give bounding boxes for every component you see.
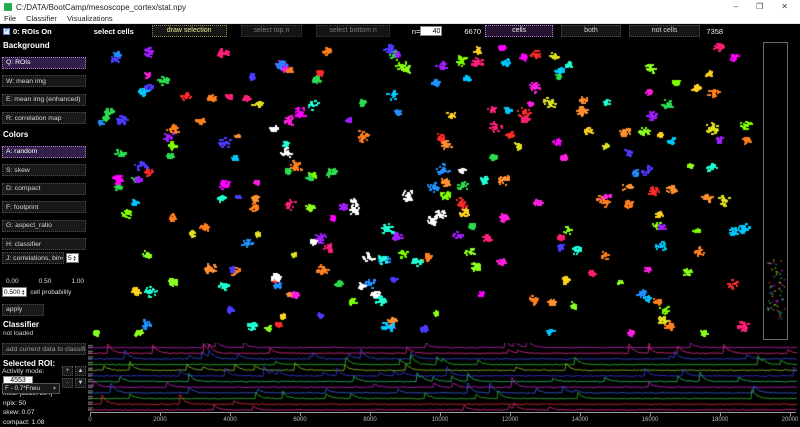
x-tick bbox=[790, 413, 791, 416]
activity-block: Activity mode: +▲-▼ F - 0.7*Fneu▼ bbox=[2, 368, 88, 394]
draw-selection-button[interactable]: draw selection bbox=[152, 25, 227, 37]
x-tick bbox=[510, 413, 511, 416]
sidebar-bg-3[interactable]: R: correlation map bbox=[2, 112, 86, 124]
x-tick bbox=[370, 413, 371, 416]
colorbar-tick: 1.00 bbox=[71, 278, 84, 285]
x-tick bbox=[650, 413, 651, 416]
colorbar-tick: 0.00 bbox=[6, 278, 19, 285]
menubar: File Classifier Visualizations bbox=[0, 14, 800, 24]
sidebar-bg-2[interactable]: E: mean img (enhanced) bbox=[2, 94, 86, 106]
rois-on-checkbox[interactable]: ✓ bbox=[3, 28, 10, 35]
x-tick bbox=[440, 413, 441, 416]
correlations-button[interactable]: J: correlations, bin= bbox=[2, 252, 64, 264]
trace-x-axis: 0 2000 4000 6000 8000 10000 12000 14000 16000 180… bbox=[90, 412, 796, 426]
sidebar-bg-0[interactable]: Q: ROIs bbox=[2, 57, 86, 69]
x-tick-label: 0 bbox=[88, 417, 91, 423]
cell-probability-label: cell probability bbox=[30, 289, 71, 296]
correlations-bin-spinbox[interactable]: 5▲▼ bbox=[66, 253, 79, 263]
roi-stat-line: skew: 0.07 bbox=[3, 409, 86, 416]
not-cells-count: 7358 bbox=[706, 27, 723, 36]
x-tick bbox=[160, 413, 161, 416]
sidebar-color-5[interactable]: H: classifier bbox=[2, 238, 86, 250]
sidebar-color-2[interactable]: D: compact bbox=[2, 183, 86, 195]
not-cells-button[interactable]: not cells bbox=[629, 25, 701, 37]
add-data-button[interactable]: add current data to classifier bbox=[2, 343, 86, 355]
cells-count: 6670 bbox=[464, 27, 481, 36]
classifier-status: not loaded bbox=[3, 330, 86, 337]
roi-stats: med: [3819, 394]npix: 50skew: 0.07compac… bbox=[2, 390, 86, 427]
color-button-group: A: random S: skew D: compact F: footprint G:… bbox=[2, 140, 86, 251]
both-button[interactable]: both bbox=[561, 25, 621, 37]
sidebar-color-0[interactable]: A: random bbox=[2, 146, 86, 158]
chevron-down-icon: ▼ bbox=[52, 386, 57, 392]
activity-mode-dropdown[interactable]: F - 0.7*Fneu▼ bbox=[2, 383, 60, 394]
close-button[interactable]: ✕ bbox=[781, 0, 788, 14]
colorbar-tick: 0.50 bbox=[39, 278, 52, 285]
titlebar: C:/DATA/BootCamp/mesoscope_cortex/stat.n… bbox=[0, 0, 800, 14]
x-tick bbox=[300, 413, 301, 416]
cells-button[interactable]: cells bbox=[485, 25, 553, 37]
menu-item-visualizations[interactable]: Visualizations bbox=[67, 14, 113, 23]
colorbar-ticks: 0.00 0.50 1.00 bbox=[6, 278, 84, 285]
cell-probability-spinbox[interactable]: 0.500▲▼ bbox=[2, 287, 27, 297]
background-header: Background bbox=[3, 41, 86, 50]
roi-overview-canvas bbox=[764, 43, 787, 339]
select-cells-label: select cells bbox=[94, 27, 134, 36]
x-tick-label: 18000 bbox=[712, 417, 729, 423]
window-title: C:/DATA/BootCamp/mesoscope_cortex/stat.n… bbox=[16, 3, 186, 12]
sidebar-color-3[interactable]: F: footprint bbox=[2, 201, 86, 213]
minimize-button[interactable]: – bbox=[734, 0, 738, 14]
x-tick-label: 16000 bbox=[642, 417, 659, 423]
x-tick-label: 14000 bbox=[572, 417, 589, 423]
x-tick bbox=[90, 413, 91, 416]
trace-zoom-button-1[interactable]: ▲ bbox=[75, 366, 86, 376]
x-tick-label: 10000 bbox=[432, 417, 449, 423]
roi-stat-line: compact: 1.08 bbox=[3, 419, 86, 426]
x-tick-label: 20000 bbox=[782, 417, 799, 423]
suite2p-window: C:/DATA/BootCamp/mesoscope_cortex/stat.n… bbox=[0, 0, 800, 427]
n-label: n= bbox=[412, 27, 421, 36]
x-tick bbox=[580, 413, 581, 416]
restore-button[interactable]: ❐ bbox=[756, 0, 763, 14]
menu-item-file[interactable]: File bbox=[4, 14, 16, 23]
roi-overview-strip[interactable] bbox=[763, 42, 788, 340]
sidebar: Background Q: ROIs W: mean img E: mean img… bbox=[0, 38, 88, 427]
x-tick bbox=[230, 413, 231, 416]
trace-zoom-button-3[interactable]: ▼ bbox=[75, 378, 86, 388]
x-tick-label: 8000 bbox=[363, 417, 376, 423]
colors-header: Colors bbox=[3, 130, 86, 139]
x-tick-label: 12000 bbox=[502, 417, 519, 423]
trace-zoom-button-0[interactable]: + bbox=[62, 366, 73, 376]
sidebar-color-1[interactable]: S: skew bbox=[2, 164, 86, 176]
toolbar: ✓ 0: ROIs On select cells draw selection… bbox=[0, 24, 800, 38]
trace-zoom-buttons: +▲-▼ bbox=[62, 366, 86, 388]
background-button-group: Q: ROIs W: mean img E: mean img (enhanced)… bbox=[2, 51, 86, 125]
fluorescence-trace-canvas[interactable] bbox=[88, 343, 798, 411]
rois-on-label: 0: ROIs On bbox=[13, 27, 52, 36]
select-top-button[interactable]: select top n bbox=[241, 25, 303, 37]
menu-item-classifier[interactable]: Classifier bbox=[26, 14, 57, 23]
x-tick-label: 6000 bbox=[293, 417, 306, 423]
roi-field-canvas[interactable] bbox=[88, 38, 760, 342]
sidebar-bg-1[interactable]: W: mean img bbox=[2, 75, 86, 87]
x-tick-label: 4000 bbox=[223, 417, 236, 423]
x-tick bbox=[720, 413, 721, 416]
classifier-header: Classifier bbox=[3, 320, 86, 329]
n-input[interactable] bbox=[420, 26, 442, 36]
app-icon bbox=[4, 3, 12, 11]
roi-stat-line: npix: 50 bbox=[3, 400, 86, 407]
apply-button[interactable]: apply bbox=[2, 304, 44, 316]
sidebar-color-4[interactable]: G: aspect_ratio bbox=[2, 220, 86, 232]
x-tick-label: 2000 bbox=[153, 417, 166, 423]
select-bottom-button[interactable]: select bottom n bbox=[316, 25, 389, 37]
trace-zoom-button-2[interactable]: - bbox=[62, 378, 73, 388]
